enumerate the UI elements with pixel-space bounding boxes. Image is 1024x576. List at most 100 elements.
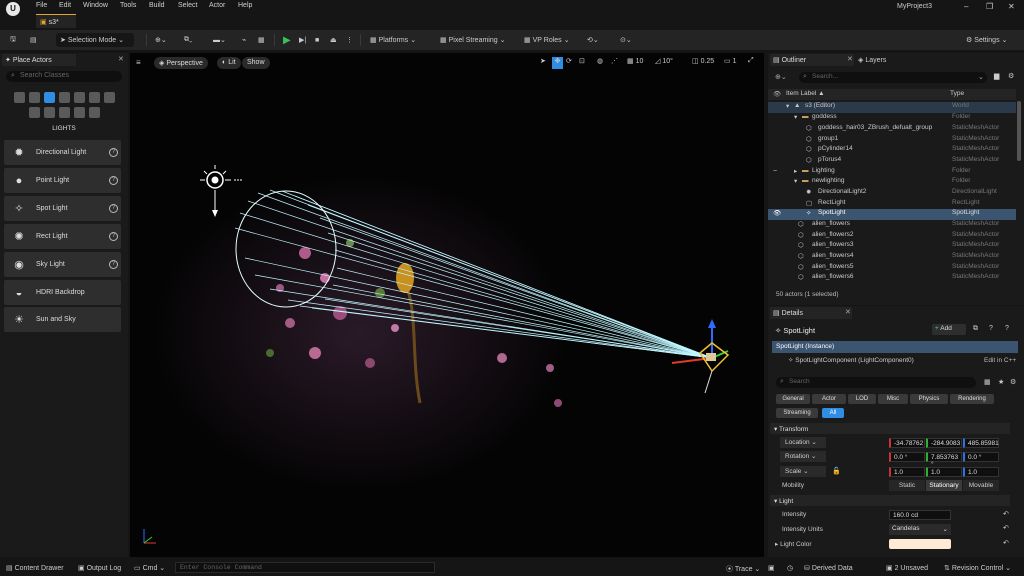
help-icon[interactable]: ? <box>989 325 993 332</box>
blueprint-icon[interactable]: ⧉ <box>973 325 978 333</box>
location-dropdown[interactable]: Location ⌄ <box>780 437 826 448</box>
actor-directional-light[interactable]: ✹ Directional Light? <box>4 140 121 165</box>
light-section[interactable]: ▾ Light <box>770 495 1010 506</box>
scale-z-field[interactable]: 1.0 <box>963 467 999 477</box>
layers-tab[interactable]: ◈ Layers <box>858 56 886 64</box>
lock-icon[interactable]: 🔓 <box>832 467 841 475</box>
outliner-scrollbar[interactable] <box>1017 101 1021 161</box>
surface-snap-icon[interactable]: ⋰ <box>611 57 618 69</box>
reset-icon[interactable]: ↶ <box>1003 510 1009 518</box>
search-classes-input[interactable]: Search Classes <box>6 71 122 82</box>
maximize-icon[interactable]: ❐ <box>986 2 993 11</box>
outliner-search-input[interactable]: Search... <box>799 72 987 83</box>
menu-help[interactable]: Help <box>238 2 252 9</box>
mobility-static[interactable]: Static <box>889 480 925 491</box>
add-filter-icon[interactable]: ⊕⌄ <box>775 73 787 81</box>
outliner-row[interactable]: ⬡ alien_flowers3 StaticMeshActor <box>768 241 1016 252</box>
menu-build[interactable]: Build <box>149 2 165 9</box>
perspective-button[interactable]: ◈ Perspective <box>154 57 208 69</box>
platforms-button[interactable]: ▦ Platforms ⌄ <box>370 33 416 47</box>
filter-physics[interactable]: Physics <box>910 394 948 404</box>
help-icon[interactable]: ? <box>109 260 118 269</box>
eye-hidden-icon[interactable]: ⌣ <box>773 167 777 175</box>
camera-speed-icon[interactable]: ▭ 1 <box>724 57 736 69</box>
selection-mode-button[interactable]: ➤ Selection Mode ⌄ <box>56 33 134 47</box>
rotation-y-field[interactable]: 7.853763 ° <box>926 452 962 468</box>
outliner-row[interactable]: ⬡ alien_flowers4 StaticMeshActor <box>768 252 1016 263</box>
help-icon[interactable]: ? <box>109 204 118 213</box>
details-search-input[interactable]: Search <box>776 377 976 388</box>
grid-view-icon[interactable]: ▦ <box>984 378 991 386</box>
menu-file[interactable]: File <box>36 2 47 9</box>
menu-edit[interactable]: Edit <box>59 2 71 9</box>
select-tool-icon[interactable]: ➤ <box>540 57 546 69</box>
cinematics-icon[interactable]: ▬⌄ <box>213 33 226 47</box>
add-component-button[interactable]: + Add <box>932 324 966 335</box>
revision-control-button[interactable]: ⇅ Revision Control ⌄ <box>944 564 1011 572</box>
visual-effects-icon[interactable] <box>89 92 100 103</box>
details-tab[interactable]: ▤ Details <box>770 307 852 319</box>
outliner-row[interactable]: ⬡ pCylinder14 StaticMeshActor <box>768 145 1016 156</box>
filter-misc[interactable]: Misc <box>878 394 908 404</box>
outliner-row[interactable]: ⬡ alien_flowers2 StaticMeshActor <box>768 231 1016 242</box>
rotation-dropdown[interactable]: Rotation ⌄ <box>780 451 826 462</box>
close-tab-icon[interactable]: ✕ <box>118 55 124 63</box>
live-link-icon[interactable]: ⟲⌄ <box>587 33 599 47</box>
filter-actor[interactable]: Actor <box>812 394 846 404</box>
all-classes-icon[interactable] <box>44 107 55 118</box>
outliner-row[interactable]: ⬡ group1 StaticMeshActor <box>768 135 1016 146</box>
eye-icon[interactable]: 👁 <box>773 209 781 217</box>
settings-gear-icon[interactable]: ⚙ <box>1008 72 1014 80</box>
actors-icon[interactable] <box>74 107 85 118</box>
output-log-button[interactable]: ▣ Output Log <box>78 564 121 572</box>
outliner-row[interactable]: ▢ RectLight RectLight <box>768 199 1016 210</box>
instance-row[interactable]: SpotLight (Instance) <box>772 341 1018 353</box>
actor-rect-light[interactable]: ✺ Rect Light? <box>4 224 121 249</box>
tab-level[interactable]: ▣ s3* <box>36 14 76 28</box>
outliner-row[interactable]: ⬡ pTorus4 StaticMeshActor <box>768 156 1016 167</box>
trace-dropdown[interactable]: ⦿ Trace ⌄ <box>726 564 760 574</box>
translate-tool-icon[interactable]: ✥ <box>552 57 563 69</box>
rotation-x-field[interactable]: 0.0 ° <box>889 452 925 462</box>
location-z-field[interactable]: 485.85981 <box>963 438 999 448</box>
outliner-row[interactable]: ▾ ▬ newlighting Folder <box>768 177 1016 188</box>
outliner-row[interactable]: ⬡ alien_flowers StaticMeshActor <box>768 220 1016 231</box>
menu-select[interactable]: Select <box>178 2 197 9</box>
outliner-row[interactable]: ⌣ ▸ ▬ Lighting Folder <box>768 167 1016 178</box>
menu-tools[interactable]: Tools <box>120 2 136 9</box>
expand-icon[interactable]: ▾ <box>794 113 797 121</box>
basic-icon[interactable] <box>29 92 40 103</box>
rotation-z-field[interactable]: 0.0 ° <box>963 452 999 462</box>
notifications-icon[interactable]: ▣ <box>768 564 775 572</box>
expand-icon[interactable]: ▾ <box>794 177 797 185</box>
show-button[interactable]: Show <box>242 57 270 69</box>
cinematic-icon[interactable] <box>74 92 85 103</box>
close-icon[interactable]: ✕ <box>1008 2 1015 11</box>
intensity-field[interactable]: 160.0 cd <box>889 510 951 520</box>
angle-snap-icon[interactable]: ◿ 10° <box>655 57 673 69</box>
close-tab-icon[interactable]: ✕ <box>847 55 853 63</box>
actor-sky-light[interactable]: ◉ Sky Light? <box>4 252 121 277</box>
navigation-icon[interactable] <box>59 107 70 118</box>
scale-x-field[interactable]: 1.0 <box>889 467 925 477</box>
vp-roles-button[interactable]: ▦ VP Roles ⌄ <box>524 33 570 47</box>
content-icon[interactable]: ▤ <box>30 33 37 47</box>
level-viewport[interactable] <box>130 53 764 557</box>
hamburger-menu-icon[interactable]: ≡ <box>136 58 141 67</box>
unsaved-button[interactable]: ▣ 2 Unsaved <box>886 564 928 572</box>
outliner-row[interactable]: ▾ ▲ s3 (Editor) World <box>768 102 1016 113</box>
help-icon-2[interactable]: ? <box>1005 325 1009 332</box>
edit-cpp-link[interactable]: Edit in C++ <box>984 357 1016 364</box>
settings-button[interactable]: ⚙ Settings ⌄ <box>966 33 1007 47</box>
new-folder-icon[interactable]: ▆ <box>994 72 999 80</box>
scale-y-field[interactable]: 1.0 <box>926 467 962 477</box>
eject-icon[interactable]: ⏏ <box>330 33 337 47</box>
expand-icon[interactable]: ▸ <box>794 167 797 175</box>
scale-tool-icon[interactable]: ⊡ <box>579 57 585 69</box>
world-space-icon[interactable]: ◍ <box>597 57 603 69</box>
history-icon[interactable]: ◷ <box>787 564 793 572</box>
filter-lod[interactable]: LOD <box>848 394 876 404</box>
scale-dropdown[interactable]: Scale ⌄ <box>780 466 826 477</box>
console-input[interactable]: Enter Console Command <box>175 562 435 573</box>
location-y-field[interactable]: -284.9083 <box>926 438 962 448</box>
